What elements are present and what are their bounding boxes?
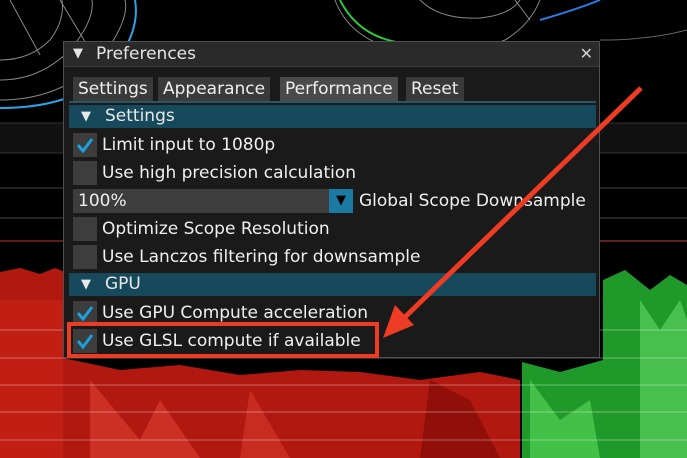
section-settings-header[interactable]: ▼ Settings xyxy=(69,105,596,128)
annotation-highlight-box xyxy=(67,322,379,358)
downsample-dropdown[interactable]: 100% ▼ xyxy=(73,189,353,213)
triangle-down-icon: ▼ xyxy=(81,109,91,124)
dropdown-arrow-icon[interactable]: ▼ xyxy=(329,189,353,213)
label-limit-input: Limit input to 1080p xyxy=(102,135,276,155)
checkbox-limit-input[interactable] xyxy=(73,133,97,157)
close-icon[interactable]: ✕ xyxy=(580,42,593,66)
window-titlebar[interactable]: ▼ Preferences ✕ xyxy=(64,42,599,67)
downsample-value: 100% xyxy=(78,191,127,211)
tab-reset[interactable]: Reset xyxy=(406,77,464,101)
tab-appearance[interactable]: Appearance xyxy=(158,77,271,101)
label-optimize-resolution: Optimize Scope Resolution xyxy=(102,219,330,239)
checkbox-high-precision[interactable] xyxy=(73,161,97,185)
checkmark-icon xyxy=(76,306,94,322)
checkbox-optimize-resolution[interactable] xyxy=(73,217,97,241)
label-downsample: Global Scope Downsample xyxy=(359,191,586,211)
section-gpu-label: GPU xyxy=(105,274,141,294)
tab-underline xyxy=(69,101,596,103)
checkmark-icon xyxy=(76,138,94,154)
triangle-down-icon: ▼ xyxy=(81,277,91,292)
tab-performance[interactable]: Performance xyxy=(280,77,398,101)
section-settings-label: Settings xyxy=(105,106,175,126)
label-high-precision: Use high precision calculation xyxy=(102,163,357,183)
section-gpu-header[interactable]: ▼ GPU xyxy=(69,273,596,296)
label-lanczos: Use Lanczos filtering for downsample xyxy=(102,247,421,267)
window-title: Preferences xyxy=(96,44,196,64)
collapse-triangle-icon[interactable]: ▼ xyxy=(73,42,83,66)
checkbox-lanczos[interactable] xyxy=(73,245,97,269)
tab-settings[interactable]: Settings xyxy=(73,77,153,101)
preferences-window: ▼ Preferences ✕ Settings Appearance Perf… xyxy=(63,41,600,358)
